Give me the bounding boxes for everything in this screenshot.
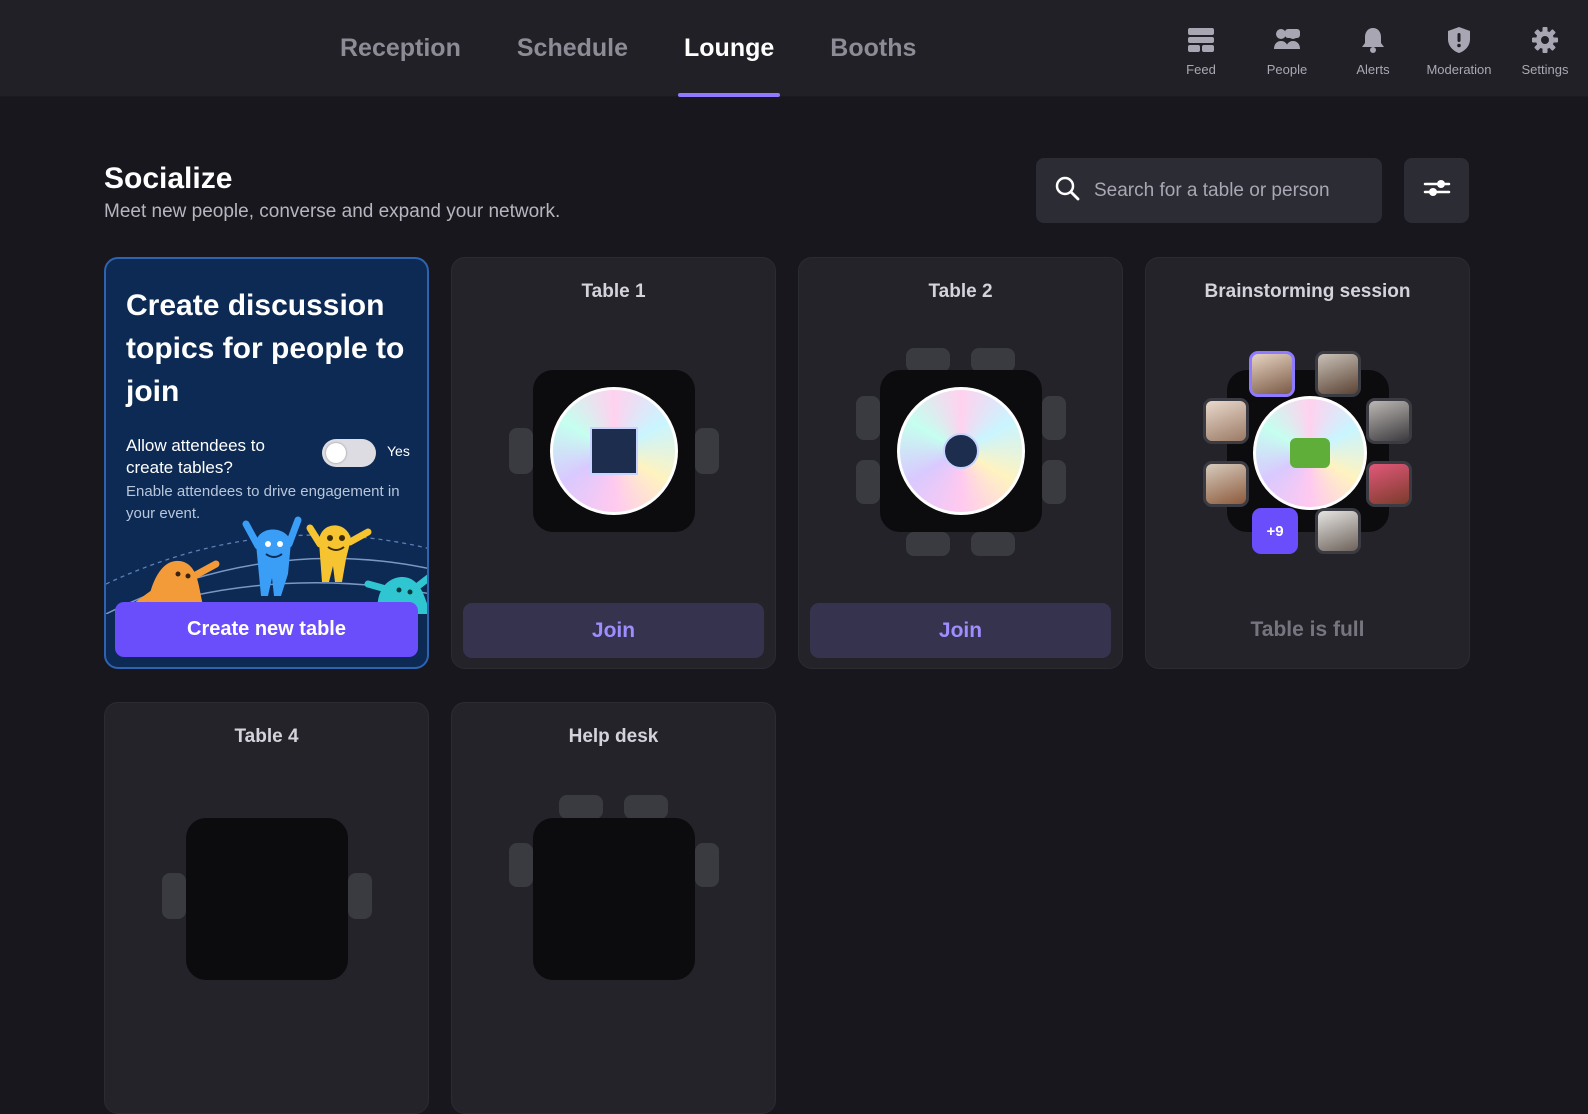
moderation-button[interactable]: Moderation: [1416, 0, 1502, 97]
seat[interactable]: [856, 396, 880, 440]
feed-icon: [1186, 25, 1216, 55]
avatar[interactable]: [1366, 461, 1412, 507]
avatar[interactable]: [1203, 398, 1249, 444]
table-logo: [1253, 396, 1367, 510]
feed-label: Feed: [1186, 61, 1216, 77]
table-logo: [550, 387, 678, 515]
page-title: Socialize: [104, 162, 233, 195]
seat[interactable]: [971, 532, 1015, 556]
table-card[interactable]: Brainstorming session +9 Table is full: [1145, 257, 1470, 669]
table-name: Brainstorming session: [1204, 281, 1411, 302]
seat[interactable]: [162, 873, 186, 919]
table-surface: [880, 370, 1042, 532]
seat[interactable]: [695, 428, 719, 474]
table-surface: [533, 818, 695, 980]
join-button[interactable]: Join: [463, 603, 764, 658]
table-name: Table 4: [234, 726, 299, 747]
table-card[interactable]: Help desk: [451, 702, 776, 1114]
people-label: People: [1266, 61, 1308, 77]
feed-button[interactable]: Feed: [1158, 0, 1244, 97]
table-name: Help desk: [568, 726, 659, 747]
avatar[interactable]: [1315, 351, 1361, 397]
table-layout: +9: [1146, 348, 1469, 573]
table-layout: [105, 793, 428, 1018]
seat[interactable]: [971, 348, 1015, 372]
filter-button[interactable]: [1404, 158, 1469, 223]
toggle-yes-label: Yes: [387, 443, 410, 459]
toolbar: Feed People Alerts Moderation Settings: [1158, 0, 1588, 97]
allow-attendees-label: Allow attendees to create tables?: [126, 436, 265, 477]
gear-icon: [1530, 25, 1560, 55]
avatar[interactable]: [1203, 461, 1249, 507]
seat[interactable]: [856, 460, 880, 504]
tab-booths[interactable]: Booths: [802, 0, 944, 97]
sliders-icon: [1423, 176, 1451, 205]
settings-button[interactable]: Settings: [1502, 0, 1588, 97]
search-input[interactable]: [1094, 179, 1374, 202]
page-subtitle: Meet new people, converse and expand you…: [104, 201, 561, 222]
seat[interactable]: [559, 795, 603, 819]
characters-illustration: [106, 516, 427, 614]
main-tabs: Reception Schedule Lounge Booths: [340, 0, 944, 97]
seat[interactable]: [348, 873, 372, 919]
promo-title: Create discussion topics for people to j…: [126, 289, 405, 408]
seat[interactable]: [906, 348, 950, 372]
search-icon: [1054, 175, 1080, 206]
table-card[interactable]: Table 2 Join: [798, 257, 1123, 669]
bell-icon: [1358, 25, 1388, 55]
people-button[interactable]: People: [1244, 0, 1330, 97]
shield-icon: [1444, 25, 1474, 55]
seat[interactable]: [1042, 460, 1066, 504]
seat[interactable]: [624, 795, 668, 819]
table-name: Table 1: [581, 281, 646, 302]
avatar[interactable]: [1315, 508, 1361, 554]
seat[interactable]: [906, 532, 950, 556]
tab-schedule[interactable]: Schedule: [489, 0, 656, 97]
seat[interactable]: [1042, 396, 1066, 440]
alerts-button[interactable]: Alerts: [1330, 0, 1416, 97]
table-layout: [799, 348, 1122, 573]
table-layout: [452, 793, 775, 1018]
avatar[interactable]: [1249, 351, 1295, 397]
table-card[interactable]: Table 1 Join: [451, 257, 776, 669]
create-table-promo-card: Create discussion topics for people to j…: [104, 257, 429, 669]
table-full-status: Table is full: [1250, 618, 1365, 641]
join-button[interactable]: Join: [810, 603, 1111, 658]
seat[interactable]: [695, 843, 719, 887]
table-surface: [186, 818, 348, 980]
allow-tables-toggle[interactable]: [322, 439, 376, 467]
create-new-table-button[interactable]: Create new table: [115, 602, 418, 657]
avatar[interactable]: [1366, 398, 1412, 444]
people-icon: [1272, 25, 1302, 55]
more-attendees-badge[interactable]: +9: [1252, 508, 1298, 554]
alerts-label: Alerts: [1356, 61, 1390, 77]
moderation-label: Moderation: [1426, 61, 1492, 77]
table-logo: [897, 387, 1025, 515]
seat[interactable]: [509, 843, 533, 887]
table-surface: [533, 370, 695, 532]
table-name: Table 2: [928, 281, 993, 302]
tab-reception[interactable]: Reception: [340, 0, 489, 97]
table-layout: [452, 348, 775, 573]
table-card[interactable]: Table 4: [104, 702, 429, 1114]
seat[interactable]: [509, 428, 533, 474]
search-box[interactable]: [1036, 158, 1382, 223]
top-navigation: Reception Schedule Lounge Booths Feed Pe…: [0, 0, 1588, 97]
tab-lounge[interactable]: Lounge: [656, 0, 802, 97]
settings-label: Settings: [1521, 61, 1569, 77]
